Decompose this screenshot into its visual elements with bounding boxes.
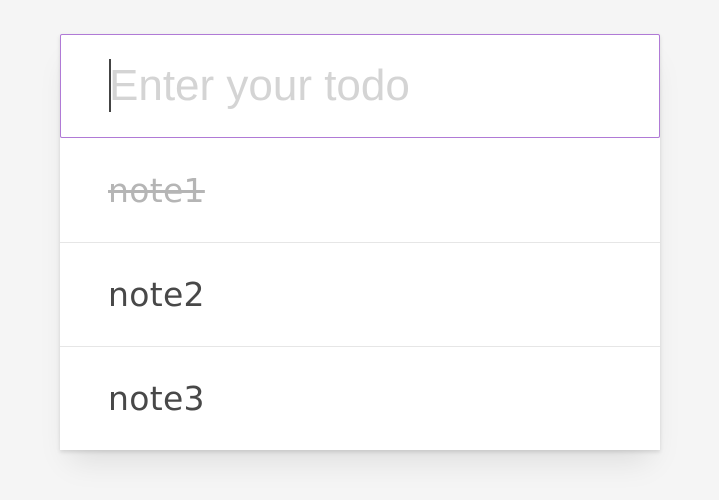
todo-label: note2 [108, 275, 205, 314]
todo-item[interactable]: note1 [60, 138, 660, 242]
todo-label: note1 [108, 170, 205, 210]
new-todo-container [60, 34, 660, 138]
todo-item[interactable]: note2 [60, 242, 660, 346]
text-cursor [109, 59, 111, 112]
todo-label: note3 [108, 379, 205, 418]
todo-item[interactable]: note3 [60, 346, 660, 450]
todo-app: note1 note2 note3 [60, 34, 660, 450]
new-todo-input[interactable] [61, 35, 659, 137]
todo-list: note1 note2 note3 [60, 138, 660, 450]
